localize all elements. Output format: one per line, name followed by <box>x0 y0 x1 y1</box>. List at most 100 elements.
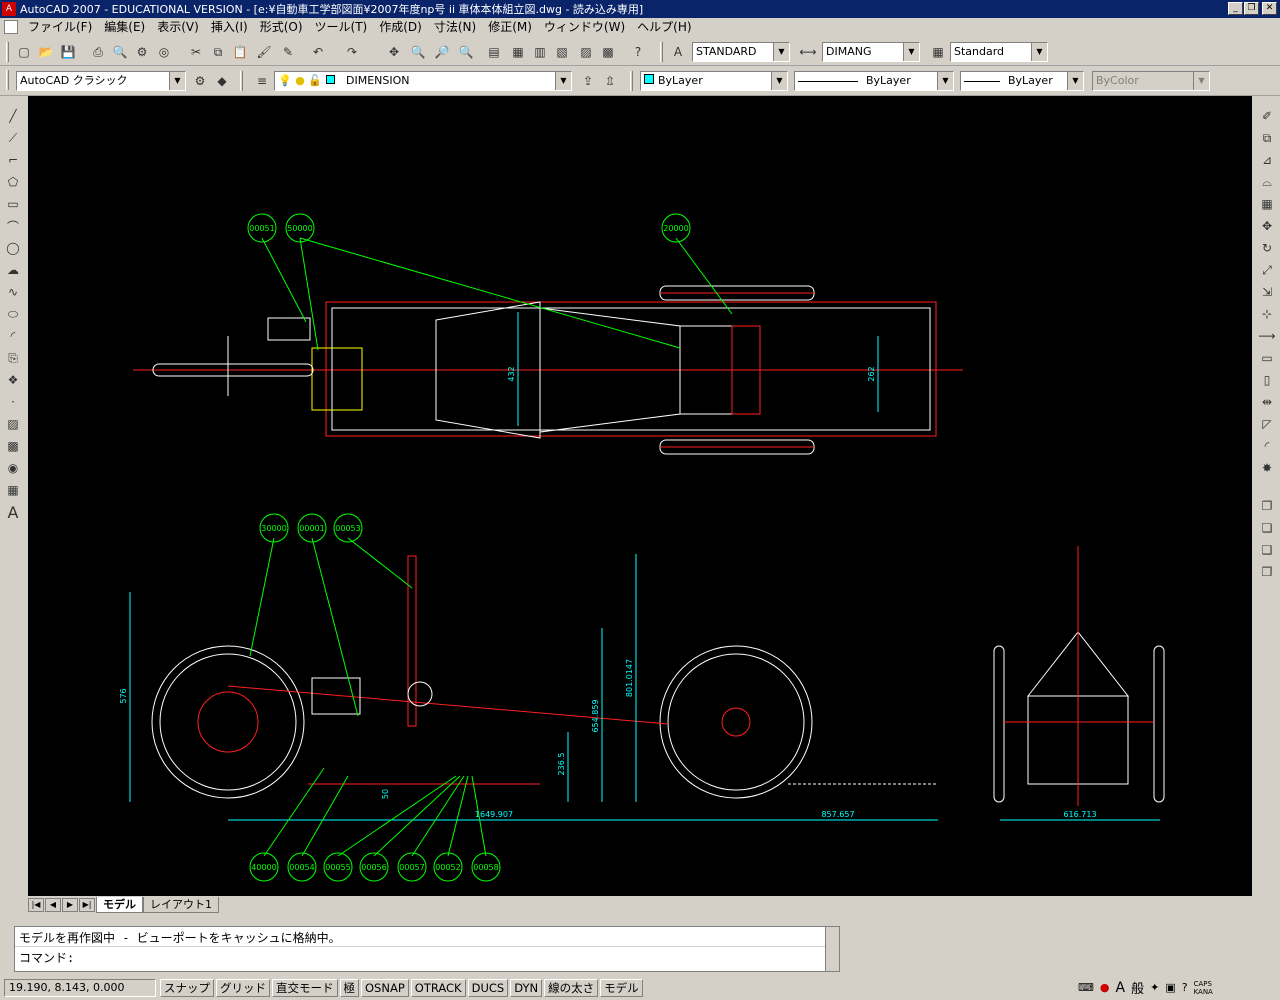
osnap-button[interactable]: OSNAP <box>361 979 409 997</box>
menu-file[interactable]: ファイル(F) <box>22 18 98 36</box>
menu-draw[interactable]: 作成(D) <box>373 18 428 36</box>
doc-icon[interactable] <box>4 20 18 34</box>
make-current-icon[interactable]: ⇪ <box>578 71 598 91</box>
dim-style-select[interactable]: DIMANG ▼ <box>822 42 920 62</box>
menu-edit[interactable]: 編集(E) <box>98 18 151 36</box>
tab-model[interactable]: モデル <box>96 897 143 913</box>
dyn-button[interactable]: DYN <box>510 979 543 997</box>
chevron-down-icon[interactable]: ▼ <box>771 72 787 90</box>
layer-manager-icon[interactable]: ≡ <box>252 71 272 91</box>
circle-icon[interactable]: ◯ <box>3 238 23 258</box>
rotate-icon[interactable]: ↻ <box>1257 238 1277 258</box>
minimize-button[interactable]: _ <box>1228 2 1243 15</box>
ime-mode-label[interactable]: A <box>1116 980 1126 996</box>
extend-icon[interactable]: ⟶ <box>1257 326 1277 346</box>
toolbar-grip[interactable] <box>6 42 9 62</box>
command-scrollbar[interactable] <box>825 927 839 971</box>
rectangle-icon[interactable]: ▭ <box>3 194 23 214</box>
matchprop-icon[interactable]: 🖌 <box>254 42 274 62</box>
draworder-under-icon[interactable]: ❒ <box>1257 562 1277 582</box>
region-icon[interactable]: ◉ <box>3 458 23 478</box>
mtext-icon[interactable]: A <box>3 502 23 522</box>
workspace-select[interactable]: AutoCAD クラシック ▼ <box>16 71 186 91</box>
chevron-down-icon[interactable]: ▼ <box>555 72 571 90</box>
break-point-icon[interactable]: ▭ <box>1257 348 1277 368</box>
otrack-button[interactable]: OTRACK <box>410 979 466 997</box>
cut-icon[interactable]: ✂ <box>186 42 206 62</box>
tab-prev-button[interactable]: ◀ <box>45 898 61 912</box>
tray-icon[interactable]: ▣ <box>1165 981 1175 994</box>
ime-icon[interactable]: ● <box>1100 981 1110 994</box>
new-icon[interactable]: ▢ <box>14 42 34 62</box>
table-style-select[interactable]: Standard ▼ <box>950 42 1048 62</box>
chevron-down-icon[interactable]: ▼ <box>773 43 789 61</box>
offset-icon[interactable]: ⌓ <box>1257 172 1277 192</box>
arc-icon[interactable]: ⌒ <box>3 216 23 236</box>
array-icon[interactable]: ▦ <box>1257 194 1277 214</box>
drawing-canvas[interactable]: 00051 50000 20000 30000 00001 00053 4000… <box>28 96 1252 896</box>
chevron-down-icon[interactable]: ▼ <box>1031 43 1047 61</box>
explode-icon[interactable]: ✸ <box>1257 458 1277 478</box>
tab-first-button[interactable]: |◀ <box>28 898 44 912</box>
tray-icon[interactable]: ✦ <box>1150 981 1159 994</box>
stretch-icon[interactable]: ⇲ <box>1257 282 1277 302</box>
chevron-down-icon[interactable]: ▼ <box>1067 72 1083 90</box>
tool-palettes-icon[interactable]: ▥ <box>530 42 550 62</box>
tab-last-button[interactable]: ▶| <box>79 898 95 912</box>
lineweight-button[interactable]: 線の太さ <box>544 979 599 997</box>
layer-previous-icon[interactable]: ⇫ <box>600 71 620 91</box>
copy-object-icon[interactable]: ⧉ <box>1257 128 1277 148</box>
preview-icon[interactable]: 🔍 <box>110 42 130 62</box>
move-icon[interactable]: ✥ <box>1257 216 1277 236</box>
insert-block-icon[interactable]: ⎘ <box>3 348 23 368</box>
command-window[interactable]: モデルを再作図中 - ビューポートをキャッシュに格納中。 コマンド: <box>14 926 840 972</box>
chevron-down-icon[interactable]: ▼ <box>169 72 185 90</box>
scale-icon[interactable]: ⤢ <box>1257 260 1277 280</box>
draworder-back-icon[interactable]: ❏ <box>1257 518 1277 538</box>
ellipse-arc-icon[interactable]: ◜ <box>3 326 23 346</box>
redo-icon[interactable]: ↷ <box>342 42 362 62</box>
sheetset-icon[interactable]: ▧ <box>552 42 572 62</box>
zoom-previous-icon[interactable]: 🔍 <box>456 42 476 62</box>
construction-line-icon[interactable]: ⟋ <box>3 128 23 148</box>
restore-button[interactable]: ❐ <box>1244 2 1259 15</box>
color-select[interactable]: ByLayer ▼ <box>640 71 788 91</box>
help-icon[interactable]: ? <box>1182 981 1188 994</box>
menu-format[interactable]: 形式(O) <box>254 18 309 36</box>
calculator-icon[interactable]: ▩ <box>598 42 618 62</box>
erase-icon[interactable]: ✐ <box>1257 106 1277 126</box>
markup-icon[interactable]: ▨ <box>576 42 596 62</box>
coordinate-readout[interactable]: 19.190, 8.143, 0.000 <box>4 979 156 997</box>
zoom-window-icon[interactable]: 🔎 <box>432 42 452 62</box>
keyboard-icon[interactable]: ⌨ <box>1078 981 1094 994</box>
spline-icon[interactable]: ∿ <box>3 282 23 302</box>
print-icon[interactable]: ⎙ <box>88 42 108 62</box>
ellipse-icon[interactable]: ⬭ <box>3 304 23 324</box>
point-icon[interactable]: · <box>3 392 23 412</box>
pan-icon[interactable]: ✥ <box>384 42 404 62</box>
menu-modify[interactable]: 修正(M) <box>482 18 538 36</box>
close-button[interactable]: ✕ <box>1262 2 1277 15</box>
line-icon[interactable]: ╱ <box>3 106 23 126</box>
dim-style-icon[interactable]: ⟷ <box>798 42 818 62</box>
undo-icon[interactable]: ↶ <box>308 42 328 62</box>
lineweight-select[interactable]: ByLayer ▼ <box>960 71 1084 91</box>
draworder-front-icon[interactable]: ❐ <box>1257 496 1277 516</box>
zoom-realtime-icon[interactable]: 🔍 <box>408 42 428 62</box>
chevron-down-icon[interactable]: ▼ <box>937 72 953 90</box>
trim-icon[interactable]: ⊹ <box>1257 304 1277 324</box>
table-icon[interactable]: ▦ <box>3 480 23 500</box>
linetype-select[interactable]: ByLayer ▼ <box>794 71 954 91</box>
help-icon[interactable]: ? <box>628 42 648 62</box>
toolbar-grip-2[interactable] <box>660 42 663 62</box>
block-editor-icon[interactable]: ✎ <box>278 42 298 62</box>
menu-help[interactable]: ヘルプ(H) <box>631 18 697 36</box>
model-button[interactable]: モデル <box>600 979 643 997</box>
join-icon[interactable]: ⇹ <box>1257 392 1277 412</box>
grid-button[interactable]: グリッド <box>216 979 270 997</box>
ortho-button[interactable]: 直交モード <box>272 979 338 997</box>
ime-kanji-label[interactable]: 般 <box>1131 978 1144 997</box>
paste-icon[interactable]: 📋 <box>230 42 250 62</box>
menu-view[interactable]: 表示(V) <box>151 18 205 36</box>
designcenter-icon[interactable]: ▦ <box>508 42 528 62</box>
